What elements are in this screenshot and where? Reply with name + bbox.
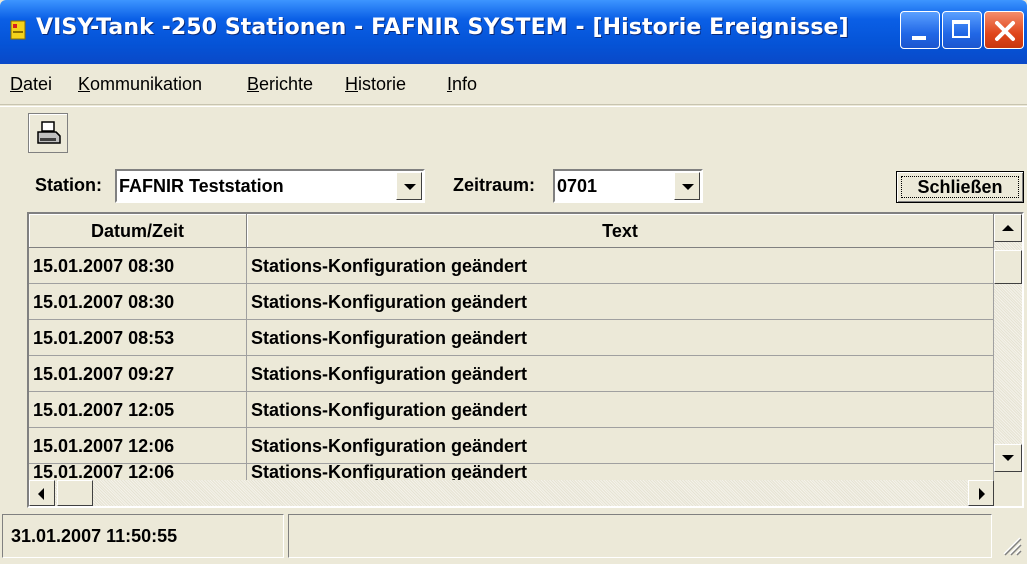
table-row[interactable]: 15.01.2007 12:06 Stations-Konfiguration … — [29, 464, 994, 480]
menu-kommunikation[interactable]: Kommunikation — [78, 74, 202, 95]
cell-datetime: 15.01.2007 12:06 — [29, 464, 247, 480]
close-icon — [995, 21, 1015, 41]
toolbar — [0, 106, 1027, 159]
title-bar[interactable]: VISY-Tank -250 Stationen - FAFNIR SYSTEM… — [0, 0, 1027, 64]
cell-text: Stations-Konfiguration geändert — [247, 392, 994, 428]
cell-datetime: 15.01.2007 08:30 — [29, 248, 247, 284]
close-button-label: Schließen — [901, 176, 1019, 198]
cell-datetime: 15.01.2007 08:53 — [29, 320, 247, 356]
table-header: Datum/Zeit Text — [29, 214, 994, 248]
printer-icon — [37, 121, 61, 144]
maximize-icon — [952, 20, 970, 38]
close-window-button[interactable] — [984, 11, 1024, 49]
table-row[interactable]: 15.01.2007 12:05 Stations-Konfiguration … — [29, 392, 994, 428]
filter-bar: Station: FAFNIR Teststation Zeitraum: 07… — [27, 165, 1027, 207]
horizontal-scroll-thumb[interactable] — [57, 480, 93, 506]
cell-datetime: 15.01.2007 12:05 — [29, 392, 247, 428]
scroll-down-icon[interactable] — [994, 444, 1022, 472]
chevron-down-icon[interactable] — [396, 172, 422, 200]
station-label: Station: — [35, 175, 102, 195]
column-header-text[interactable]: Text — [247, 214, 994, 248]
cell-datetime: 15.01.2007 12:06 — [29, 428, 247, 464]
table-row[interactable]: 15.01.2007 08:30 Stations-Konfiguration … — [29, 284, 994, 320]
resize-grip-icon[interactable] — [1000, 534, 1022, 556]
status-panel-time: 31.01.2007 11:50:55 — [2, 514, 284, 558]
menu-datei[interactable]: Datei — [10, 74, 52, 95]
station-value: FAFNIR Teststation — [119, 176, 284, 196]
table-row[interactable]: 15.01.2007 09:27 Stations-Konfiguration … — [29, 356, 994, 392]
period-value: 0701 — [557, 176, 598, 196]
period-label: Zeitraum: — [453, 175, 536, 195]
station-select[interactable]: FAFNIR Teststation — [115, 169, 425, 203]
cell-text: Stations-Konfiguration geändert — [247, 464, 994, 480]
scrollbar-corner — [994, 480, 1022, 506]
cell-datetime: 15.01.2007 09:27 — [29, 356, 247, 392]
table-row[interactable]: 15.01.2007 12:06 Stations-Konfiguration … — [29, 428, 994, 464]
cell-text: Stations-Konfiguration geändert — [247, 284, 994, 320]
period-select[interactable]: 0701 — [553, 169, 703, 203]
close-button[interactable]: Schließen — [896, 171, 1024, 203]
menu-info[interactable]: Info — [447, 74, 477, 95]
menu-berichte[interactable]: Berichte — [247, 74, 313, 95]
table-row[interactable]: 15.01.2007 08:30 Stations-Konfiguration … — [29, 248, 994, 284]
status-datetime: 31.01.2007 11:50:55 — [11, 526, 178, 546]
menu-bar: Datei Kommunikation Berichte Historie In… — [0, 64, 1027, 105]
scroll-left-icon[interactable] — [29, 480, 55, 506]
scroll-right-icon[interactable] — [968, 480, 994, 506]
table-row[interactable]: 15.01.2007 08:53 Stations-Konfiguration … — [29, 320, 994, 356]
cell-text: Stations-Konfiguration geändert — [247, 356, 994, 392]
cell-text: Stations-Konfiguration geändert — [247, 428, 994, 464]
minimize-icon — [912, 36, 926, 40]
column-header-datetime[interactable]: Datum/Zeit — [29, 214, 247, 248]
cell-text: Stations-Konfiguration geändert — [247, 248, 994, 284]
menu-historie[interactable]: Historie — [345, 74, 406, 95]
scroll-up-icon[interactable] — [994, 214, 1022, 242]
window-title: VISY-Tank -250 Stationen - FAFNIR SYSTEM… — [36, 15, 849, 40]
horizontal-scrollbar[interactable] — [29, 480, 994, 506]
vertical-scroll-thumb[interactable] — [994, 250, 1022, 284]
maximize-button[interactable] — [942, 11, 982, 49]
vertical-scrollbar[interactable] — [994, 214, 1022, 472]
events-table: Datum/Zeit Text 15.01.2007 08:30 Station… — [27, 212, 1024, 508]
print-button[interactable] — [28, 113, 68, 153]
status-bar: 31.01.2007 11:50:55 — [0, 510, 1027, 564]
chevron-down-icon[interactable] — [674, 172, 700, 200]
cell-datetime: 15.01.2007 08:30 — [29, 284, 247, 320]
minimize-button[interactable] — [900, 11, 940, 49]
cell-text: Stations-Konfiguration geändert — [247, 320, 994, 356]
status-panel-empty — [288, 514, 992, 558]
app-icon — [10, 19, 28, 41]
